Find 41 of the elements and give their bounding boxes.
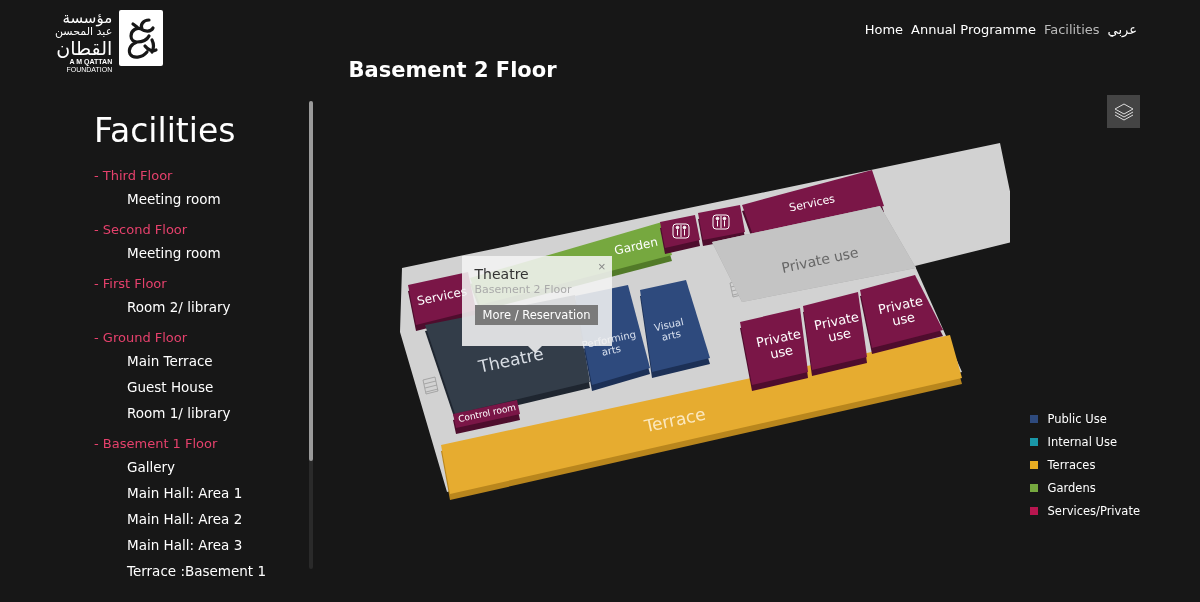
floor-link[interactable]: - Ground Floor bbox=[94, 328, 188, 348]
sidebar-title: Facilities bbox=[94, 111, 237, 151]
legend-label: Services/Private bbox=[1047, 503, 1140, 520]
facility-link[interactable]: Meeting room bbox=[94, 186, 221, 212]
facility-link[interactable]: Main Hall: Area 2 bbox=[94, 506, 243, 532]
reservation-button[interactable]: More / Reservation bbox=[474, 305, 599, 325]
floor-link[interactable]: - Second Floor bbox=[94, 220, 188, 240]
layers-button[interactable] bbox=[1107, 95, 1140, 128]
legend-label: Internal Use bbox=[1047, 434, 1117, 451]
logo-text: القطان bbox=[56, 38, 113, 58]
facility-link[interactable]: Terrace :Basement 1 bbox=[94, 558, 267, 584]
floor-link[interactable]: - Third Floor bbox=[94, 166, 173, 186]
stairs-icon bbox=[422, 376, 438, 395]
facility-link[interactable]: Main Hall: Area 3 bbox=[94, 532, 243, 558]
restroom-icon bbox=[672, 223, 690, 239]
nav-link[interactable]: عربي bbox=[1107, 21, 1137, 39]
facility-link[interactable]: Gallery bbox=[94, 454, 176, 480]
facility-link[interactable]: Main Hall: Area 1 bbox=[94, 480, 243, 506]
floor-link[interactable]: - Basement 1 Floor bbox=[94, 434, 218, 454]
scrollbar-thumb[interactable] bbox=[308, 101, 313, 461]
logo-mark-icon bbox=[119, 10, 164, 66]
nav-link[interactable]: Annual Programme bbox=[911, 21, 1036, 39]
facility-link[interactable]: Meeting room bbox=[94, 240, 221, 266]
restroom-icon bbox=[712, 214, 730, 230]
logo-text: مؤسسة bbox=[62, 10, 113, 26]
logo-text: عبد المحسن bbox=[55, 26, 113, 38]
layers-icon bbox=[1112, 101, 1135, 122]
facility-link[interactable]: Room 2/ library bbox=[94, 294, 231, 320]
facility-link[interactable]: Main Terrace bbox=[94, 348, 213, 374]
popup-title: Theatre bbox=[474, 265, 529, 283]
nav-link[interactable]: Home bbox=[864, 21, 904, 39]
floor-link[interactable]: - First Floor bbox=[94, 274, 167, 294]
facility-link[interactable]: Guest House bbox=[94, 374, 214, 400]
restroom-block[interactable] bbox=[659, 215, 700, 254]
legend-label: Terraces bbox=[1047, 457, 1096, 474]
facility-link[interactable]: Room 1/ library bbox=[94, 400, 231, 426]
nav-link[interactable]: Facilities bbox=[1043, 21, 1100, 39]
legend-label: Public Use bbox=[1047, 411, 1107, 428]
popup-subtitle: Basement 2 Floor bbox=[474, 283, 573, 297]
page-title: Basement 2 Floor bbox=[348, 57, 558, 83]
legend-label: Gardens bbox=[1047, 480, 1096, 497]
